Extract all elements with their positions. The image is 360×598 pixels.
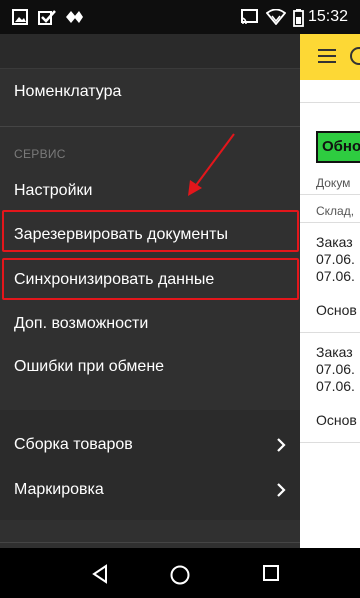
row-status: Основ (316, 302, 357, 318)
battery-icon (293, 9, 304, 27)
column-header-warehouse: Склад, (316, 204, 355, 218)
chevron-right-icon (277, 438, 286, 452)
clock: 15:32 (307, 8, 348, 25)
drawer-item-goods-assembly[interactable]: Сборка товаров (0, 423, 300, 467)
status-bar: 15:32 (0, 0, 360, 34)
drawer-item-extra-features[interactable]: Доп. возможности (0, 302, 300, 346)
drawer-item-label: Маркировка (14, 481, 104, 498)
section-header-service: СЕРВИС (14, 147, 66, 161)
highlight-box-reserve (2, 210, 299, 252)
row-status: Основ (316, 412, 357, 428)
column-header-document: Докум (316, 176, 351, 190)
check-square-icon (38, 10, 56, 25)
back-icon[interactable] (90, 564, 110, 584)
app-content: Обно Докум Склад, Заказ 07.06. 07.06. Ос… (300, 34, 360, 548)
submenu-group: Сборка товаров Маркировка (0, 410, 300, 520)
refresh-button[interactable]: Обно (316, 131, 360, 163)
row-date: 07.06. (316, 378, 355, 394)
chevron-right-icon (277, 483, 286, 497)
cast-icon (240, 9, 258, 25)
highlight-box-sync (2, 258, 299, 300)
system-navigation-bar (0, 548, 360, 598)
row-date: 07.06. (316, 361, 355, 377)
row-title[interactable]: Заказ (316, 344, 353, 361)
diamond-icon (66, 11, 83, 23)
row-date: 07.06. (316, 268, 355, 284)
drawer-item-label: Сборка товаров (14, 436, 133, 453)
drawer-item-settings[interactable]: Настройки (0, 169, 300, 213)
search-icon[interactable] (350, 47, 360, 65)
gallery-icon (12, 9, 28, 25)
drawer-header (0, 34, 300, 69)
drawer-item-exchange-errors[interactable]: Ошибки при обмене (0, 345, 300, 389)
menu-icon[interactable] (318, 49, 336, 63)
recents-icon[interactable] (262, 564, 280, 582)
row-title[interactable]: Заказ (316, 234, 353, 251)
drawer-item-nomenclature[interactable]: Номенклатура (0, 70, 300, 114)
wifi-icon (266, 9, 286, 25)
app-toolbar (300, 34, 360, 80)
row-date: 07.06. (316, 251, 355, 267)
navigation-drawer: Номенклатура СЕРВИС Настройки Зарезервир… (0, 34, 300, 548)
annotation-arrow-icon (188, 133, 235, 196)
drawer-item-marking[interactable]: Маркировка (0, 468, 300, 512)
home-icon[interactable] (169, 564, 191, 586)
